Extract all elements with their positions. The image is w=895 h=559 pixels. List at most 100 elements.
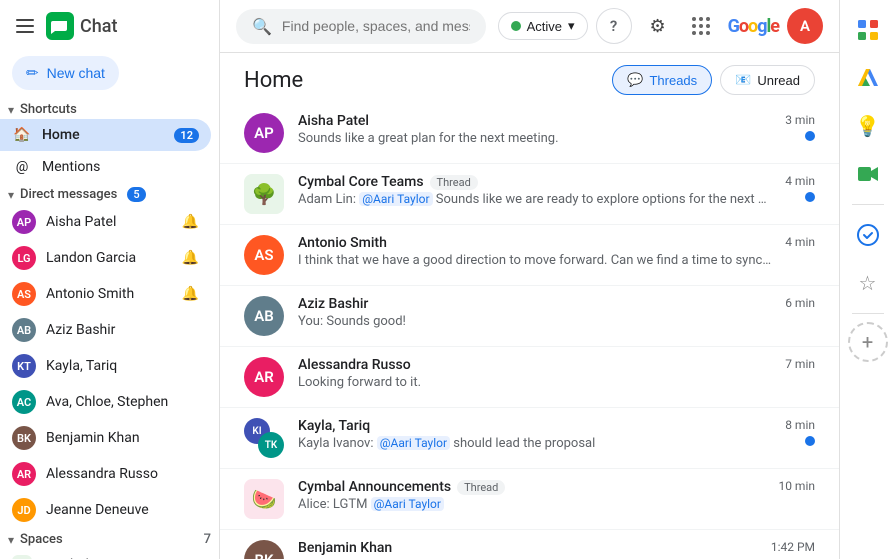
chevron-down-icon: ▾ bbox=[568, 18, 575, 34]
chat-name: Cymbal Core Teams bbox=[298, 174, 424, 190]
apps-button[interactable] bbox=[684, 8, 720, 44]
avatar: AB bbox=[244, 296, 284, 336]
avatar: AB bbox=[12, 318, 36, 342]
new-chat-label: New chat bbox=[47, 65, 105, 81]
chat-body: Aziz Bashir You: Sounds good! bbox=[298, 296, 771, 329]
chat-name: Alessandra Russo bbox=[298, 357, 411, 373]
bell-icon: 🔔 bbox=[182, 286, 199, 302]
spaces-label: Spaces bbox=[20, 532, 63, 547]
google-logo: Google bbox=[728, 16, 779, 37]
chat-preview: Kayla Ivanov: @Aari Taylor should lead t… bbox=[298, 436, 771, 451]
status-button[interactable]: Active ▾ bbox=[498, 12, 588, 40]
chat-time: 7 min bbox=[785, 357, 815, 371]
space-icon: 🌳 bbox=[12, 555, 32, 559]
topbar-right: Active ▾ ? ⚙ Google A bbox=[498, 8, 823, 44]
chat-item-alessandra[interactable]: AR Alessandra Russo Looking forward to i… bbox=[220, 347, 839, 408]
sidebar-item-aisha[interactable]: AP Aisha Patel 🔔 bbox=[0, 204, 211, 240]
sidebar-item-kayla-tariq[interactable]: KT Kayla, Tariq bbox=[0, 348, 211, 384]
meet-icon-button[interactable] bbox=[846, 152, 890, 196]
star-icon-button[interactable]: ☆ bbox=[846, 261, 890, 305]
new-chat-button[interactable]: ✏ New chat bbox=[12, 56, 119, 90]
unread-button[interactable]: 📧 Unread bbox=[720, 65, 815, 95]
avatar: KT bbox=[12, 354, 36, 378]
sidebar-item-home[interactable]: 🏠 Home 12 bbox=[0, 119, 211, 151]
view-toggle: 💬 Threads 📧 Unread bbox=[612, 65, 815, 95]
chat-item-aziz[interactable]: AB Aziz Bashir You: Sounds good! 6 min bbox=[220, 286, 839, 347]
dm-name: Aziz Bashir bbox=[46, 322, 199, 338]
user-avatar[interactable]: A bbox=[787, 8, 823, 44]
threads-button[interactable]: 💬 Threads bbox=[612, 65, 712, 95]
chat-time: 3 min bbox=[785, 113, 815, 127]
status-label: Active bbox=[527, 19, 562, 34]
sidebar-item-benjamin[interactable]: BK Benjamin Khan bbox=[0, 420, 211, 456]
sidebar-item-antonio[interactable]: AS Antonio Smith 🔔 bbox=[0, 276, 211, 312]
unread-dot bbox=[805, 436, 815, 446]
chat-item-kayla-tariq[interactable]: KI TK Kayla, Tariq Kayla Ivanov: @Aari T… bbox=[220, 408, 839, 469]
sidebar-header: Chat bbox=[0, 0, 219, 52]
dm-name: Antonio Smith bbox=[46, 286, 172, 302]
sidebar-item-landon[interactable]: LG Landon Garcia 🔔 bbox=[0, 240, 211, 276]
settings-button[interactable]: ⚙ bbox=[640, 8, 676, 44]
home-badge: 12 bbox=[174, 128, 199, 143]
shortcuts-label: Shortcuts bbox=[20, 102, 77, 117]
app-title: Chat bbox=[80, 16, 117, 37]
dm-name: Jeanne Deneuve bbox=[46, 502, 199, 518]
avatar: AS bbox=[244, 235, 284, 275]
space-avatar: 🌳 bbox=[244, 174, 284, 214]
avatar: AR bbox=[12, 462, 36, 486]
chat-meta: 4 min bbox=[785, 235, 815, 249]
chat-time: 4 min bbox=[785, 235, 815, 249]
chat-time: 10 min bbox=[778, 479, 815, 493]
search-input[interactable] bbox=[282, 18, 470, 34]
dm-name: Ava, Chloe, Stephen bbox=[46, 394, 199, 410]
chat-body: Alessandra Russo Looking forward to it. bbox=[298, 357, 771, 390]
workspace-icon-button[interactable] bbox=[846, 8, 890, 52]
shortcuts-section[interactable]: ▾ Shortcuts bbox=[0, 98, 219, 119]
keep-icon-button[interactable]: 💡 bbox=[846, 104, 890, 148]
home-icon: 🏠 bbox=[12, 125, 32, 145]
sidebar-item-jeanne[interactable]: JD Jeanne Deneuve bbox=[0, 492, 211, 528]
mentions-icon: @ bbox=[12, 157, 32, 177]
chat-preview: You: Sounds good! bbox=[298, 314, 771, 329]
chat-name: Aziz Bashir bbox=[298, 296, 368, 312]
unread-dot bbox=[805, 192, 815, 202]
spaces-count: 7 bbox=[204, 532, 211, 547]
chat-meta: 10 min bbox=[778, 479, 815, 493]
avatar: BK bbox=[12, 426, 36, 450]
tasks-icon-button[interactable] bbox=[846, 213, 890, 257]
chat-item-cymbal-core[interactable]: 🌳 Cymbal Core Teams Thread Adam Lin: @Aa… bbox=[220, 164, 839, 225]
threads-icon: 💬 bbox=[627, 72, 643, 88]
chat-time: 1:42 PM bbox=[771, 540, 815, 554]
sidebar-item-mentions[interactable]: @ Mentions bbox=[0, 151, 211, 183]
status-dot bbox=[511, 21, 521, 31]
dm-name: Alessandra Russo bbox=[46, 466, 199, 482]
chat-body: Benjamin Khan You: I'll respond to the t… bbox=[298, 540, 757, 559]
chat-body: Cymbal Announcements Thread Alice: LGTM … bbox=[298, 479, 764, 512]
chat-item-benjamin[interactable]: BK Benjamin Khan You: I'll respond to th… bbox=[220, 530, 839, 559]
avatar: BK bbox=[244, 540, 284, 559]
add-app-button[interactable]: + bbox=[848, 322, 888, 362]
sidebar-item-cymbal-core[interactable]: 🌳 Cymbal Core Teams bbox=[0, 549, 211, 559]
sidebar-item-aziz[interactable]: AB Aziz Bashir bbox=[0, 312, 211, 348]
help-button[interactable]: ? bbox=[596, 8, 632, 44]
chat-item-antonio[interactable]: AS Antonio Smith I think that we have a … bbox=[220, 225, 839, 286]
hamburger-menu[interactable] bbox=[16, 19, 34, 33]
sidebar-item-alessandra[interactable]: AR Alessandra Russo bbox=[0, 456, 211, 492]
chat-meta: 7 min bbox=[785, 357, 815, 371]
sidebar-item-ava-group[interactable]: AC Ava, Chloe, Stephen bbox=[0, 384, 211, 420]
chat-item-aisha[interactable]: AP Aisha Patel Sounds like a great plan … bbox=[220, 103, 839, 164]
chat-item-cymbal-announcements[interactable]: 🍉 Cymbal Announcements Thread Alice: LGT… bbox=[220, 469, 839, 530]
chat-preview: Sounds like a great plan for the next me… bbox=[298, 131, 771, 146]
chevron-down-icon: ▾ bbox=[8, 103, 14, 117]
bell-icon: 🔔 bbox=[182, 214, 199, 230]
search-box[interactable]: 🔍 bbox=[236, 9, 486, 44]
avatar: AP bbox=[244, 113, 284, 153]
dm-section[interactable]: ▾ Direct messages 5 bbox=[0, 183, 219, 204]
drive-icon-button[interactable] bbox=[846, 56, 890, 100]
avatar: AC bbox=[12, 390, 36, 414]
thread-tag: Thread bbox=[457, 480, 505, 495]
dm-badge: 5 bbox=[127, 187, 145, 202]
chat-name: Benjamin Khan bbox=[298, 540, 392, 556]
spaces-section[interactable]: ▾ Spaces 7 bbox=[0, 528, 219, 549]
avatar: AS bbox=[12, 282, 36, 306]
